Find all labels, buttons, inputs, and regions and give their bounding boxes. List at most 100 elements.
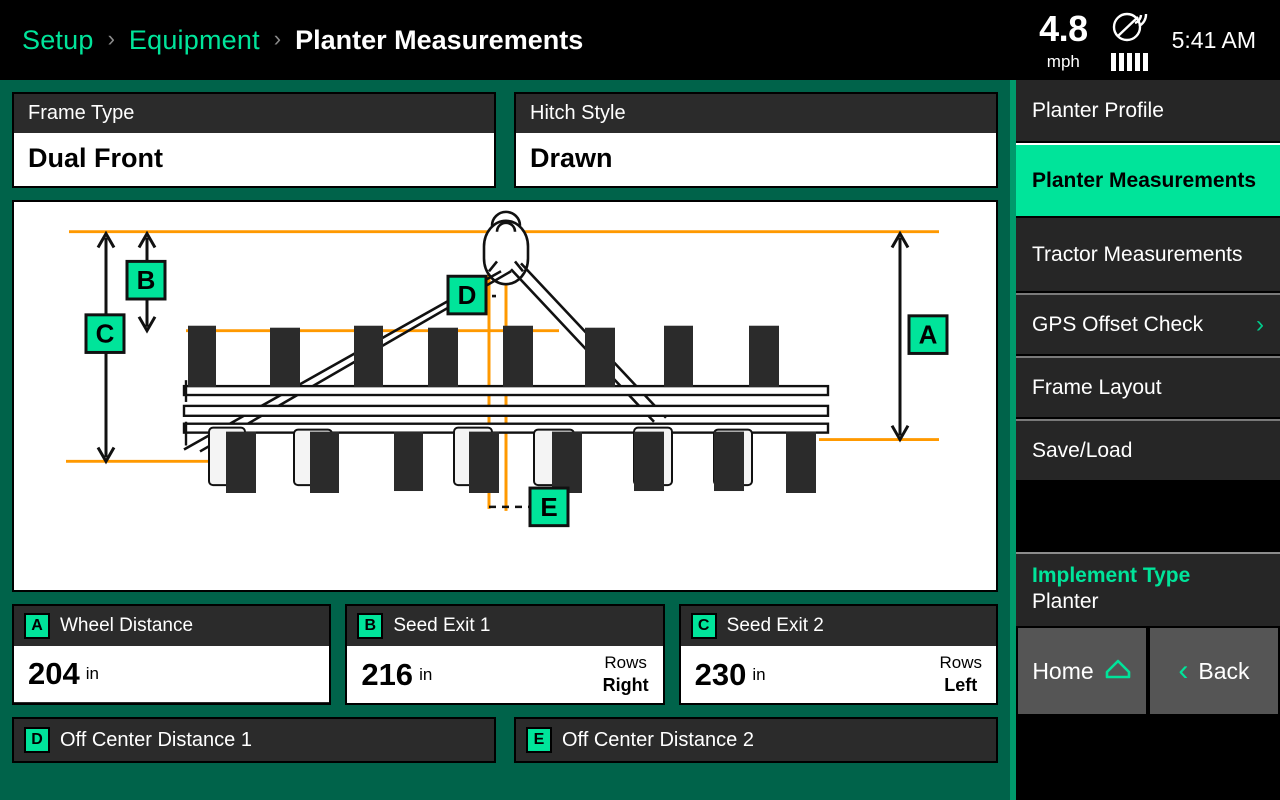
sidebar-menu: Planter Profile Planter Measurements Tra… bbox=[1016, 80, 1280, 482]
settings-cards: Frame Type Dual Front Hitch Style Drawn bbox=[12, 92, 998, 188]
breadcrumb-item-equipment[interactable]: Equipment bbox=[129, 25, 260, 56]
diagram-badge-a: A bbox=[907, 314, 949, 355]
home-button[interactable]: Home bbox=[1018, 628, 1146, 714]
implement-type-panel: Implement Type Planter bbox=[1016, 552, 1280, 626]
hitch-style-card[interactable]: Hitch Style Drawn bbox=[514, 92, 998, 188]
measurement-card-off-center-1[interactable]: D Off Center Distance 1 bbox=[12, 717, 496, 763]
rows-label: Rows bbox=[604, 653, 647, 672]
measurement-label: Off Center Distance 1 bbox=[60, 728, 252, 751]
planter-diagram[interactable]: B C A D E bbox=[12, 200, 998, 592]
speed-unit: mph bbox=[1046, 51, 1080, 71]
measurement-unit: in bbox=[752, 664, 766, 684]
sidebar-item-save-load[interactable]: Save/Load bbox=[1016, 419, 1280, 482]
sidebar-item-label: Frame Layout bbox=[1032, 375, 1162, 399]
hitch-style-value: Drawn bbox=[516, 133, 996, 186]
rows-side-value: Left bbox=[944, 675, 978, 695]
speed-readout: 4.8 mph bbox=[1039, 7, 1088, 71]
svg-text:E: E bbox=[540, 494, 557, 522]
breadcrumb: Setup › Equipment › Planter Measurements bbox=[0, 25, 1039, 56]
sidebar-item-label: Save/Load bbox=[1032, 438, 1133, 462]
badge-a: A bbox=[24, 613, 50, 639]
rows-label: Rows bbox=[939, 653, 982, 672]
speed-value: 4.8 bbox=[1039, 7, 1088, 49]
measurement-cards: A Wheel Distance 204 in B Seed Exit 1 21… bbox=[12, 604, 998, 705]
svg-text:B: B bbox=[137, 267, 156, 295]
back-button[interactable]: ‹ Back bbox=[1150, 628, 1278, 714]
rows-side-group: Rows Right bbox=[603, 652, 649, 697]
dimension-arrow-a bbox=[890, 230, 910, 443]
measurement-header: D Off Center Distance 1 bbox=[14, 719, 494, 761]
frame-type-card[interactable]: Frame Type Dual Front bbox=[12, 92, 496, 188]
hitch-style-label: Hitch Style bbox=[516, 94, 996, 133]
measurement-value-row[interactable]: 216 in Rows Right bbox=[347, 646, 663, 703]
measurement-card-wheel-distance[interactable]: A Wheel Distance 204 in bbox=[12, 604, 332, 705]
rows-side-group: Rows Left bbox=[939, 652, 982, 697]
sidebar-item-label: Tractor Measurements bbox=[1032, 242, 1243, 266]
sidebar-item-label: GPS Offset Check bbox=[1032, 312, 1204, 336]
clock: 5:41 AM bbox=[1171, 26, 1256, 53]
measurement-label: Off Center Distance 2 bbox=[562, 728, 754, 751]
measurement-unit: in bbox=[419, 664, 433, 684]
svg-text:C: C bbox=[96, 321, 115, 349]
measurement-value: 230 bbox=[694, 656, 747, 692]
chevron-right-icon: › bbox=[273, 26, 282, 51]
home-button-label: Home bbox=[1032, 657, 1094, 684]
sidebar: Planter Profile Planter Measurements Tra… bbox=[1010, 80, 1280, 800]
frame-type-label: Frame Type bbox=[14, 94, 494, 133]
rows-side-value: Right bbox=[602, 675, 649, 695]
measurement-label: Seed Exit 1 bbox=[393, 615, 491, 636]
badge-d: D bbox=[24, 727, 50, 753]
sidebar-item-label: Planter Measurements bbox=[1032, 168, 1257, 192]
status-cluster: 4.8 mph 5:41 AM bbox=[1039, 0, 1280, 80]
sidebar-item-label: Planter Profile bbox=[1032, 98, 1164, 122]
badge-e: E bbox=[526, 727, 552, 753]
measurement-header: B Seed Exit 1 bbox=[347, 606, 662, 646]
measurement-label: Wheel Distance bbox=[60, 615, 194, 636]
measurement-card-seed-exit-1[interactable]: B Seed Exit 1 216 in Rows Right bbox=[345, 604, 665, 705]
svg-text:D: D bbox=[458, 282, 477, 310]
diagram-svg: B C A D E bbox=[66, 210, 949, 528]
diagram-badge-e: E bbox=[528, 486, 570, 528]
chevron-right-icon: › bbox=[1256, 310, 1264, 338]
svg-text:A: A bbox=[919, 322, 938, 350]
signal-bars-icon bbox=[1111, 52, 1149, 71]
measurement-header: A Wheel Distance bbox=[14, 606, 329, 646]
sidebar-item-planter-measurements[interactable]: Planter Measurements bbox=[1016, 143, 1280, 218]
frame-type-value: Dual Front bbox=[14, 133, 494, 186]
diagram-badge-b: B bbox=[125, 259, 167, 301]
measurement-header: C Seed Exit 2 bbox=[681, 606, 996, 646]
implement-type-label: Implement Type bbox=[1032, 564, 1191, 587]
navigation-buttons: Home ‹ Back bbox=[1016, 626, 1280, 714]
sidebar-item-gps-offset-check[interactable]: GPS Offset Check › bbox=[1016, 293, 1280, 356]
planter-measurements-screen: Setup › Equipment › Planter Measurements… bbox=[0, 0, 1280, 800]
implement-type-value: Planter bbox=[1032, 590, 1099, 613]
satellite-dish-icon bbox=[1110, 10, 1150, 49]
badge-b: B bbox=[357, 613, 384, 639]
chevron-right-icon: › bbox=[107, 26, 115, 51]
row-units-front bbox=[188, 325, 779, 388]
measurement-card-seed-exit-2[interactable]: C Seed Exit 2 230 in Rows Left bbox=[678, 604, 998, 705]
top-status-bar: Setup › Equipment › Planter Measurements… bbox=[0, 0, 1280, 80]
back-button-label: Back bbox=[1198, 657, 1250, 684]
diagram-badge-c: C bbox=[84, 313, 126, 354]
sidebar-spacer bbox=[1016, 482, 1280, 552]
main-content: Frame Type Dual Front Hitch Style Drawn bbox=[0, 80, 1010, 800]
breadcrumb-item-setup[interactable]: Setup bbox=[22, 25, 94, 56]
page-title: Planter Measurements bbox=[295, 24, 584, 55]
measurement-value-row[interactable]: 204 in bbox=[14, 646, 330, 702]
sidebar-item-planter-profile[interactable]: Planter Profile bbox=[1016, 80, 1280, 143]
measurement-value: 216 bbox=[361, 656, 414, 692]
row-units-rear bbox=[208, 426, 816, 493]
measurement-card-off-center-2[interactable]: E Off Center Distance 2 bbox=[514, 717, 998, 763]
sidebar-item-frame-layout[interactable]: Frame Layout bbox=[1016, 356, 1280, 419]
measurement-header: E Off Center Distance 2 bbox=[516, 719, 996, 761]
badge-c: C bbox=[690, 613, 717, 639]
measurement-value-row[interactable]: 230 in Rows Left bbox=[680, 646, 996, 703]
home-icon bbox=[1104, 656, 1132, 686]
chevron-left-icon: ‹ bbox=[1178, 654, 1189, 687]
measurement-unit: in bbox=[85, 664, 99, 683]
measurement-label: Seed Exit 2 bbox=[726, 615, 824, 636]
gps-status bbox=[1110, 10, 1150, 71]
sidebar-item-tractor-measurements[interactable]: Tractor Measurements bbox=[1016, 218, 1280, 293]
measurement-value: 204 bbox=[28, 656, 80, 691]
